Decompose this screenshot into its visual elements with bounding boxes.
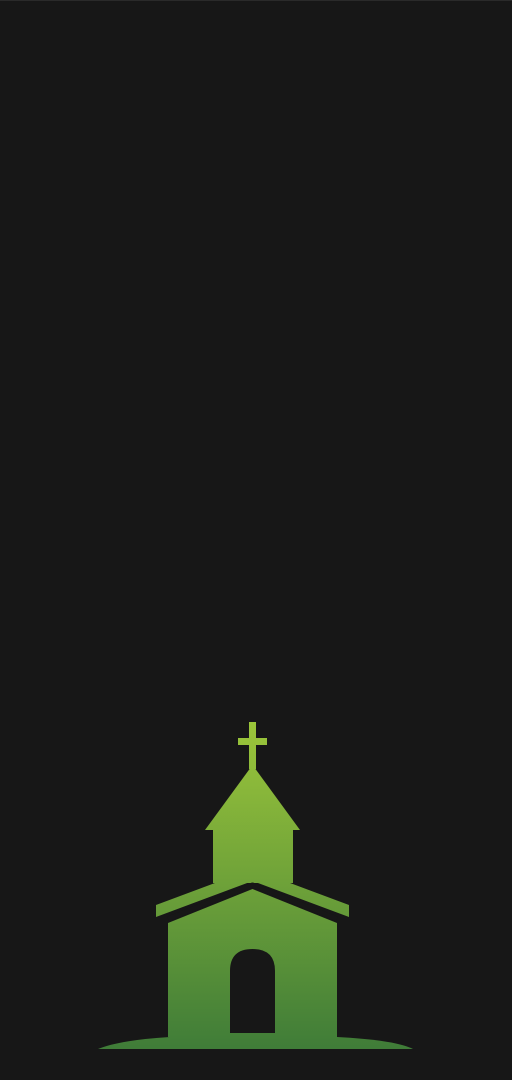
- door: [230, 949, 275, 1033]
- steeple-roof: [205, 765, 300, 830]
- ground: [98, 1037, 413, 1049]
- church-icon: [98, 722, 413, 1049]
- cross-horizontal: [238, 738, 267, 745]
- screen: [0, 0, 512, 1080]
- church-illustration: [0, 1, 512, 1080]
- cross-vertical: [249, 722, 256, 769]
